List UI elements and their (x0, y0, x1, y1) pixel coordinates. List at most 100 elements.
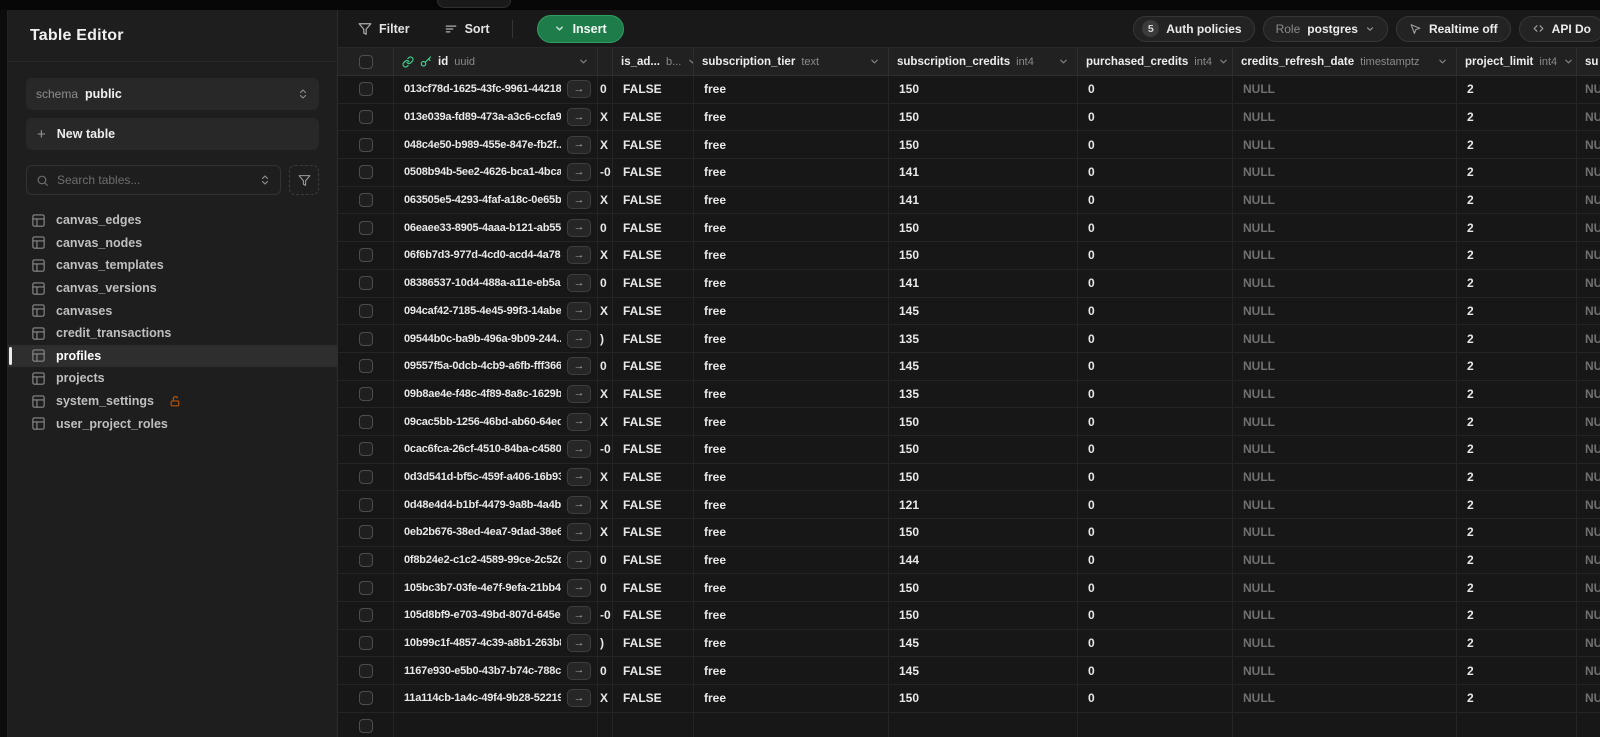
project-limit-cell[interactable]: 2 (1457, 491, 1577, 518)
row-checkbox[interactable] (358, 442, 373, 457)
sidebar-table-item[interactable]: canvas_versions (8, 277, 337, 300)
id-cell[interactable]: 08386537-10d4-488a-a11e-eb5a6... → (394, 269, 598, 297)
clipped-cell[interactable]: 0 (598, 76, 613, 103)
is-admin-cell[interactable] (613, 712, 694, 737)
sort-button[interactable]: Sort (434, 16, 500, 42)
clipped-right-cell[interactable]: NULL (1577, 491, 1600, 518)
subscription-tier-cell[interactable]: free (694, 352, 889, 380)
subscription-credits-cell[interactable]: 150 (889, 131, 1078, 159)
clipped-cell[interactable]: 0 (598, 657, 613, 685)
project-limit-cell[interactable]: 2 (1457, 186, 1577, 214)
is-admin-cell[interactable]: FALSE (613, 269, 694, 297)
purchased-credits-cell[interactable]: 0 (1078, 325, 1233, 352)
subscription-credits-cell[interactable]: 150 (889, 103, 1078, 131)
sidebar-table-item[interactable]: system_settings (8, 390, 337, 413)
expand-row-button[interactable]: → (567, 246, 591, 265)
expand-row-button[interactable]: → (567, 274, 591, 293)
id-cell[interactable] (394, 712, 598, 737)
row-checkbox[interactable] (358, 82, 373, 97)
clipped-right-cell[interactable]: NULL (1577, 104, 1600, 131)
filter-button[interactable]: Filter (348, 16, 420, 42)
id-cell[interactable]: 09557f5a-0dcb-4cb9-a6fb-fff366... → (394, 352, 598, 380)
clipped-cell[interactable]: X (598, 103, 613, 131)
subscription-tier-cell[interactable]: free (694, 380, 889, 408)
purchased-credits-cell[interactable]: 0 (1078, 131, 1233, 159)
subscription-tier-cell[interactable]: free (694, 657, 889, 685)
credits-refresh-date-cell[interactable]: NULL (1233, 159, 1457, 186)
subscription-credits-cell[interactable]: 141 (889, 159, 1078, 186)
row-checkbox[interactable] (358, 553, 373, 568)
row-checkbox[interactable] (358, 248, 373, 263)
project-limit-cell[interactable]: 2 (1457, 629, 1577, 657)
purchased-credits-cell[interactable]: 0 (1078, 214, 1233, 242)
expand-row-button[interactable]: → (567, 108, 591, 127)
row-checkbox[interactable] (358, 414, 373, 429)
expand-row-button[interactable]: → (567, 357, 591, 376)
purchased-credits-cell[interactable]: 0 (1078, 352, 1233, 380)
is-admin-cell[interactable]: FALSE (613, 214, 694, 242)
project-limit-cell[interactable]: 2 (1457, 574, 1577, 602)
sidebar-table-item[interactable]: canvases (8, 299, 337, 322)
clipped-right-cell[interactable]: NULL (1577, 685, 1600, 712)
insert-button[interactable]: Insert (536, 14, 624, 43)
subscription-credits-cell[interactable]: 135 (889, 380, 1078, 408)
role-select-button[interactable]: Role postgres (1262, 15, 1388, 42)
sidebar-table-item[interactable]: canvas_templates (8, 254, 337, 277)
purchased-credits-cell[interactable]: 0 (1078, 602, 1233, 629)
row-checkbox[interactable] (358, 469, 373, 484)
clipped-cell[interactable]: ) (598, 325, 613, 352)
project-limit-cell[interactable]: 2 (1457, 214, 1577, 242)
project-limit-cell[interactable]: 2 (1457, 76, 1577, 103)
subscription-credits-cell[interactable]: 150 (889, 463, 1078, 491)
row-checkbox[interactable] (358, 303, 373, 318)
id-cell[interactable]: 105bc3b7-03fe-4e7f-9efa-21bb40... → (394, 574, 598, 602)
clipped-cell[interactable]: -0 (598, 435, 613, 463)
is-admin-cell[interactable]: FALSE (613, 546, 694, 574)
credits-refresh-date-cell[interactable]: NULL (1233, 269, 1457, 297)
id-cell[interactable]: 10b99c1f-4857-4c39-a8b1-263b8... → (394, 629, 598, 657)
credits-refresh-date-cell[interactable]: NULL (1233, 380, 1457, 408)
subscription-tier-cell[interactable]: free (694, 269, 889, 297)
clipped-right-cell[interactable]: NULL (1577, 657, 1600, 684)
is-admin-cell[interactable]: FALSE (613, 491, 694, 518)
id-cell[interactable]: 09b8ae4e-f48c-4f89-8a8c-1629b... → (394, 380, 598, 408)
row-checkbox[interactable] (358, 719, 373, 734)
row-checkbox[interactable] (358, 331, 373, 346)
expand-row-button[interactable]: → (567, 218, 591, 237)
clipped-right-cell[interactable]: NULL (1577, 602, 1600, 629)
subscription-tier-cell[interactable]: free (694, 463, 889, 491)
subscription-tier-cell[interactable]: free (694, 491, 889, 518)
purchased-credits-cell[interactable]: 0 (1078, 546, 1233, 574)
subscription-credits-cell[interactable]: 150 (889, 602, 1078, 629)
row-checkbox[interactable] (358, 525, 373, 540)
clipped-right-cell[interactable]: NULL (1577, 298, 1600, 325)
is-admin-cell[interactable]: FALSE (613, 408, 694, 435)
clipped-right-cell[interactable]: NULL (1577, 187, 1600, 214)
row-checkbox[interactable] (358, 137, 373, 152)
subscription-tier-cell[interactable]: free (694, 574, 889, 602)
project-limit-cell[interactable]: 2 (1457, 352, 1577, 380)
purchased-credits-cell[interactable]: 0 (1078, 103, 1233, 131)
search-tables-input[interactable]: Search tables... (26, 165, 281, 195)
purchased-credits-cell[interactable] (1078, 712, 1233, 737)
row-checkbox[interactable] (358, 497, 373, 512)
clipped-cell[interactable]: X (598, 408, 613, 435)
id-cell[interactable]: 11a114cb-1a4c-49f4-9b28-52219ec... → (394, 685, 598, 712)
clipped-right-cell[interactable]: NULL (1577, 131, 1600, 158)
clipped-right-cell[interactable]: NULL (1577, 408, 1600, 435)
purchased-credits-cell[interactable]: 0 (1078, 297, 1233, 325)
id-cell[interactable]: 0d48e4d4-b1bf-4479-9a8b-4a4b... → (394, 491, 598, 518)
project-limit-cell[interactable]: 2 (1457, 602, 1577, 629)
purchased-credits-cell[interactable]: 0 (1078, 519, 1233, 546)
purchased-credits-cell[interactable]: 0 (1078, 159, 1233, 186)
sidebar-table-item[interactable]: canvas_nodes (8, 232, 337, 255)
is-admin-cell[interactable]: FALSE (613, 519, 694, 546)
select-all-checkbox[interactable] (358, 54, 373, 69)
subscription-tier-cell[interactable]: free (694, 242, 889, 269)
purchased-credits-cell[interactable]: 0 (1078, 380, 1233, 408)
credits-refresh-date-cell[interactable]: NULL (1233, 214, 1457, 242)
row-checkbox[interactable] (358, 165, 373, 180)
column-header-credits-refresh-date[interactable]: credits_refresh_date timestamptz (1233, 48, 1457, 75)
api-docs-button[interactable]: API Do (1518, 15, 1600, 42)
subscription-credits-cell[interactable]: 150 (889, 574, 1078, 602)
